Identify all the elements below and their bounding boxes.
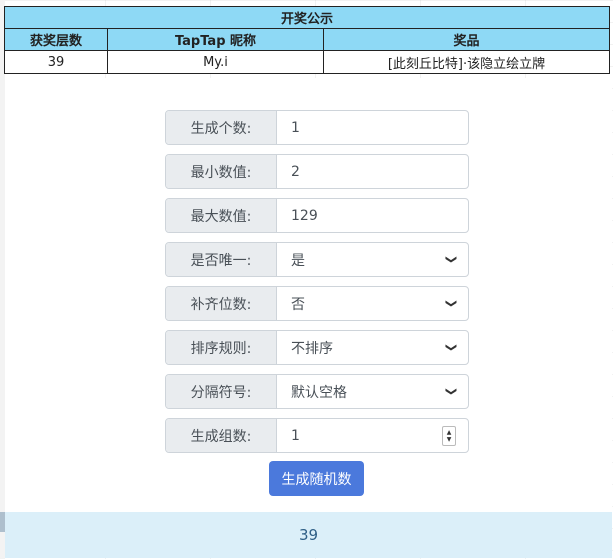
input-value: 1 — [291, 119, 300, 136]
field-pad: 补齐位数: 否 ❯ — [165, 286, 469, 321]
random-number-form: 生成个数: 1 最小数值: 2 最大数值: 129 是否唯一: 是 ❯ 补齐位数… — [5, 78, 612, 512]
pad-select[interactable]: 否 ❯ — [277, 287, 468, 320]
field-sort: 排序规则: 不排序 ❯ — [165, 330, 469, 365]
prize-table: 开奖公示 获奖层数 TapTap 昵称 奖品 39 My.i [此刻丘比特]·该… — [4, 6, 610, 74]
chevron-down-icon: ❯ — [444, 254, 458, 265]
field-label: 最小数值: — [166, 155, 277, 188]
max-input[interactable]: 129 — [277, 199, 468, 232]
chevron-down-icon: ❯ — [444, 298, 458, 309]
count-input[interactable]: 1 — [277, 111, 468, 144]
field-label: 生成个数: — [166, 111, 277, 144]
unique-select[interactable]: 是 ❯ — [277, 243, 468, 276]
field-label: 排序规则: — [166, 331, 277, 364]
prize-table-title: 开奖公示 — [4, 6, 610, 29]
cell-prize: [此刻丘比特]·该隐立绘立牌 — [323, 50, 610, 74]
field-label: 补齐位数: — [166, 287, 277, 320]
field-count: 生成个数: 1 — [165, 110, 469, 145]
header-nickname: TapTap 昵称 — [107, 28, 324, 51]
sort-select[interactable]: 不排序 ❯ — [277, 331, 468, 364]
spinner-icon[interactable]: ▲ ▼ — [442, 425, 456, 446]
field-max: 最大数值: 129 — [165, 198, 469, 233]
field-label: 是否唯一: — [166, 243, 277, 276]
min-input[interactable]: 2 — [277, 155, 468, 188]
select-value: 否 — [291, 296, 305, 313]
result-value: 39 — [298, 526, 319, 544]
chevron-down-icon: ❯ — [444, 342, 458, 353]
table-row: 39 My.i [此刻丘比特]·该隐立绘立牌 — [4, 50, 610, 74]
generate-button[interactable]: 生成随机数 — [269, 461, 364, 496]
field-label: 分隔符号: — [166, 375, 277, 408]
result-panel: 39 — [5, 512, 612, 558]
field-label: 最大数值: — [166, 199, 277, 232]
field-groups: 生成组数: 1 ▲ ▼ — [165, 418, 469, 453]
input-value: 129 — [291, 207, 318, 224]
cell-nickname: My.i — [107, 50, 324, 74]
field-min: 最小数值: 2 — [165, 154, 469, 189]
chevron-down-icon: ❯ — [444, 386, 458, 397]
input-value: 2 — [291, 163, 300, 180]
input-value: 1 — [291, 427, 300, 444]
field-unique: 是否唯一: 是 ❯ — [165, 242, 469, 277]
cell-floor: 39 — [4, 50, 108, 74]
select-value: 是 — [291, 252, 305, 269]
select-value: 不排序 — [291, 340, 333, 357]
select-value: 默认空格 — [291, 384, 347, 401]
separator-select[interactable]: 默认空格 ❯ — [277, 375, 468, 408]
groups-number-input[interactable]: 1 ▲ ▼ — [277, 419, 468, 452]
result-edge-mark — [0, 512, 5, 532]
field-separator: 分隔符号: 默认空格 ❯ — [165, 374, 469, 409]
field-label: 生成组数: — [166, 419, 277, 452]
header-prize: 奖品 — [323, 28, 610, 51]
header-floor: 获奖层数 — [4, 28, 108, 51]
